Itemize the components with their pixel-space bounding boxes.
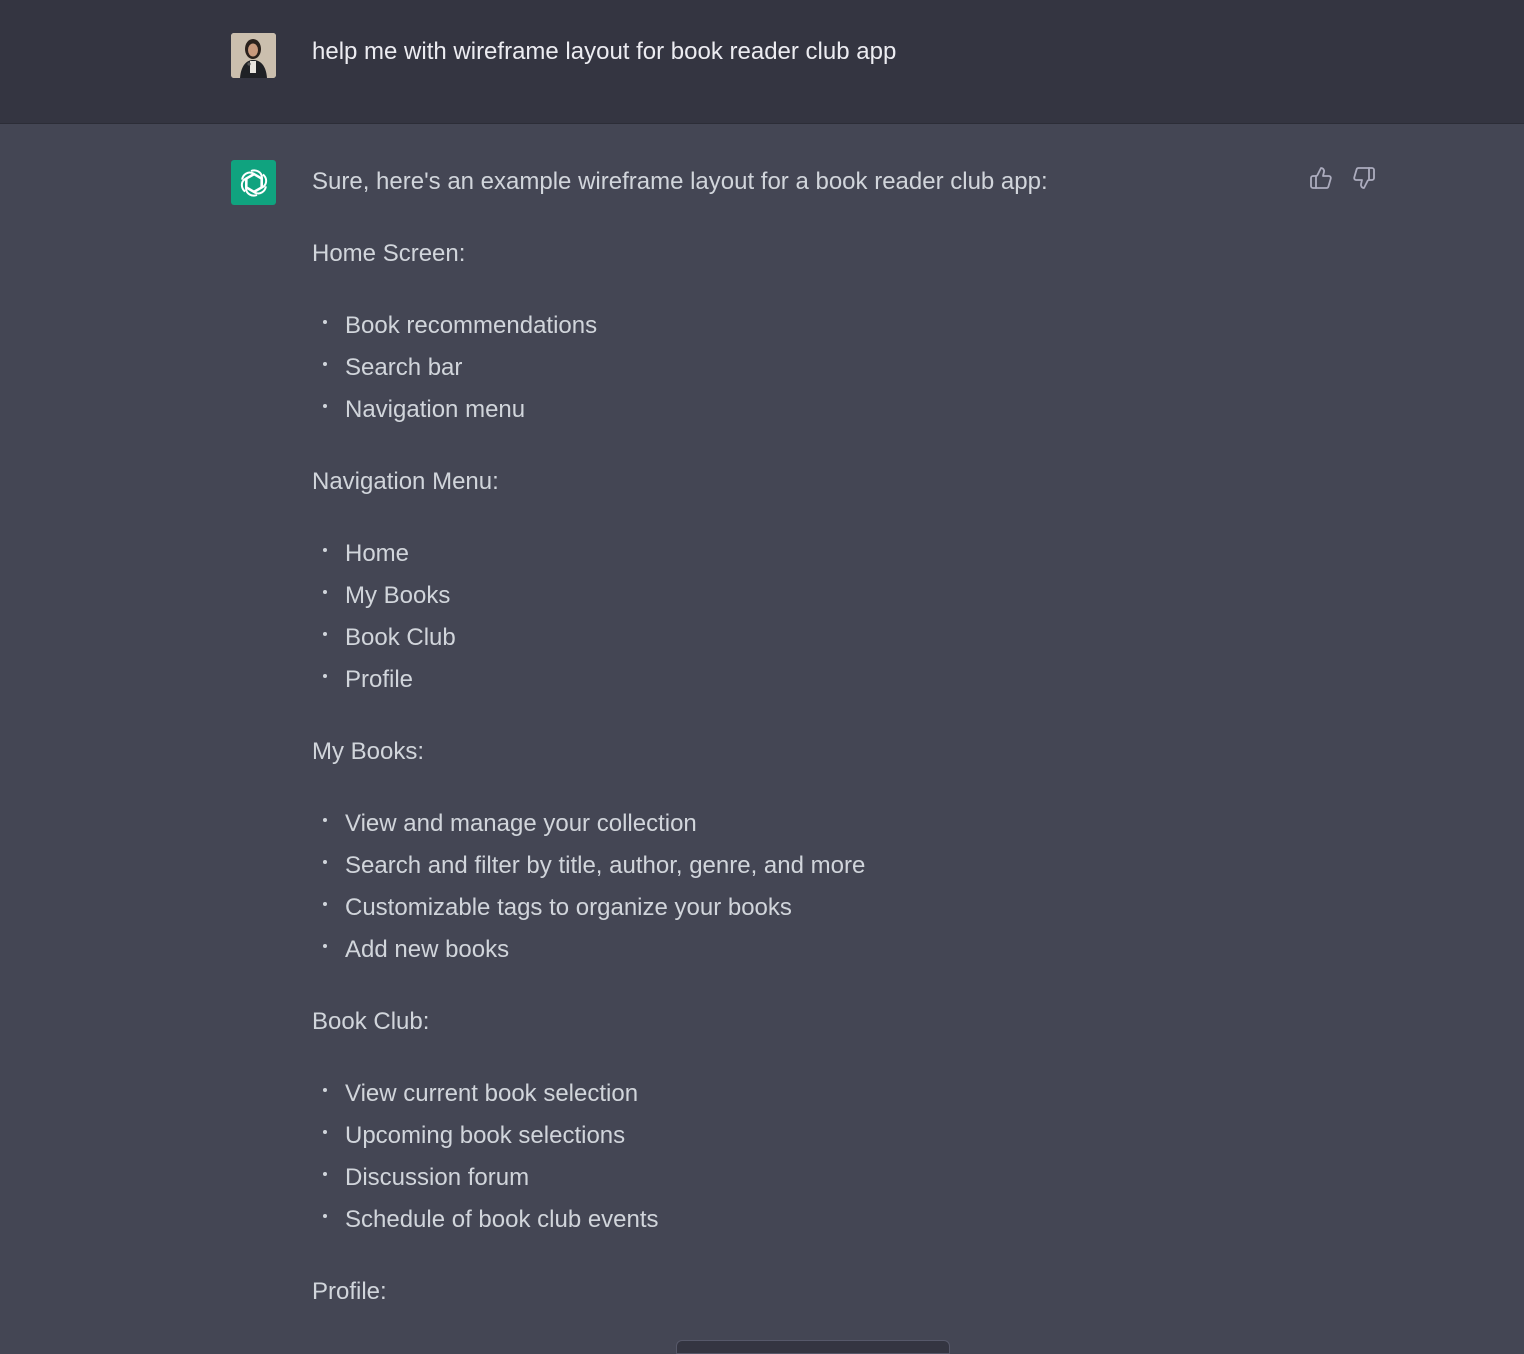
section-heading-book-club: Book Club:: [312, 1008, 430, 1035]
list-item: View and manage your collection: [312, 806, 1272, 842]
list-item: Customizable tags to organize your books: [312, 890, 1272, 926]
bullet: [323, 590, 327, 594]
thumbs-down-icon: [1353, 167, 1375, 189]
openai-logo-icon: [231, 160, 276, 205]
bullet: [323, 1214, 327, 1218]
list-item: Upcoming book selections: [312, 1118, 1272, 1154]
bullet: [323, 320, 327, 324]
list-item: View current book selection: [312, 1076, 1272, 1112]
list-item: Schedule of book club events: [312, 1202, 1272, 1238]
scroll-to-bottom-overlay[interactable]: [676, 1340, 950, 1354]
assistant-message-row: Sure, here's an example wireframe layout…: [0, 124, 1524, 1348]
thumbs-up-button[interactable]: [1308, 164, 1334, 192]
bullet: [323, 1088, 327, 1092]
user-avatar: [231, 33, 276, 78]
bullet: [323, 632, 327, 636]
list-item: Book Club: [312, 620, 1272, 656]
bullet: [323, 362, 327, 366]
list-item: My Books: [312, 578, 1272, 614]
list-item: Discussion forum: [312, 1160, 1272, 1196]
bullet: [323, 902, 327, 906]
list-item: Navigation menu: [312, 392, 1272, 428]
section-heading-home-screen: Home Screen:: [312, 240, 466, 267]
list-item: Home: [312, 536, 1272, 572]
bullet: [323, 1130, 327, 1134]
section-list-navigation-menu: Home My Books Book Club Profile: [312, 536, 1272, 698]
list-item: Add new books: [312, 932, 1272, 968]
section-list-my-books: View and manage your collection Search a…: [312, 806, 1272, 968]
bullet: [323, 818, 327, 822]
list-item: Book recommendations: [312, 308, 1272, 344]
list-item: Search bar: [312, 350, 1272, 386]
bullet: [323, 944, 327, 948]
list-item: Search and filter by title, author, genr…: [312, 848, 1272, 884]
section-heading-profile: Profile:: [312, 1278, 387, 1305]
thumbs-up-icon: [1310, 167, 1332, 189]
user-message-row: help me with wireframe layout for book r…: [0, 0, 1524, 124]
section-list-home-screen: Book recommendations Search bar Navigati…: [312, 308, 1272, 428]
bullet: [323, 1172, 327, 1176]
thumbs-down-button[interactable]: [1351, 164, 1377, 192]
assistant-intro: Sure, here's an example wireframe layout…: [312, 168, 1048, 195]
bullet: [323, 860, 327, 864]
bullet: [323, 548, 327, 552]
assistant-message-content: Sure, here's an example wireframe layout…: [312, 164, 1272, 1310]
section-heading-navigation-menu: Navigation Menu:: [312, 468, 499, 495]
bullet: [323, 674, 327, 678]
section-list-book-club: View current book selection Upcoming boo…: [312, 1076, 1272, 1238]
user-message-text: help me with wireframe layout for book r…: [312, 38, 897, 65]
list-item: Profile: [312, 662, 1272, 698]
bullet: [323, 404, 327, 408]
section-heading-my-books: My Books:: [312, 738, 425, 765]
user-avatar-image: [231, 33, 276, 78]
